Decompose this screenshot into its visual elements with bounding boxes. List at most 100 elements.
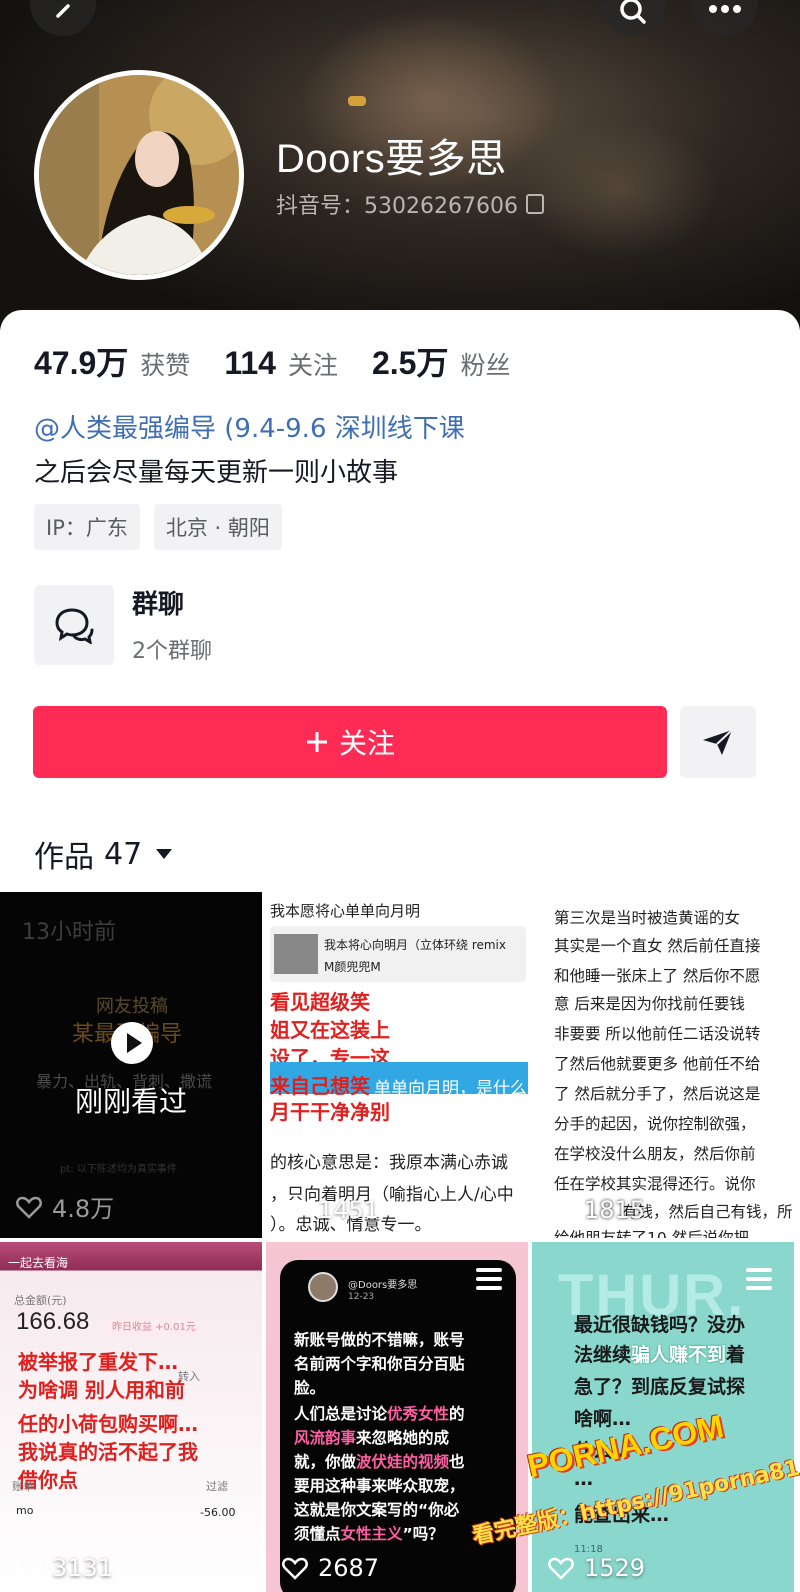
menu-icon [746, 1268, 772, 1295]
video-caption-line: 过滤 [206, 1480, 228, 1493]
video-caption-line: 166.68 [16, 1308, 90, 1335]
video-caption-line: 在学校没什么朋友，然后你前 [554, 1145, 756, 1163]
following-count[interactable]: 114 [224, 345, 276, 382]
share-button[interactable] [680, 706, 756, 778]
follow-button-label: 关注 [338, 727, 395, 760]
profile-name: Doors要多思 [276, 137, 507, 181]
video-caption-line: 账单 [12, 1480, 34, 1493]
video-caption-line: 任在学校其实混得还行。说你 [554, 1175, 756, 1193]
video-caption-line: -56.00 [200, 1506, 236, 1519]
video-caption-line: 急了？到底反复试探 [574, 1376, 746, 1398]
video-caption-line: 就，你做波伏娃的视频也 [294, 1453, 465, 1471]
bio-mention-link[interactable]: @人类最强编导 (9.4-9.6 深圳线下课 [34, 408, 465, 445]
video-caption-line: 有钱，然后自己有钱，所以 [622, 1203, 794, 1221]
mini-avatar [308, 1272, 338, 1302]
video-caption-line: 脸。 [294, 1379, 326, 1397]
heart-icon [282, 1199, 308, 1222]
video-caption-line: 要用这种事来哗众取宠， [294, 1477, 465, 1495]
douyin-id-text: 抖音号：53026267606 [276, 194, 518, 219]
works-count: 47 [104, 836, 143, 872]
video-likes: 1451 [282, 1196, 379, 1224]
video-caption-line: 看见超级笑 [270, 990, 370, 1014]
avatar[interactable] [34, 70, 244, 280]
more-dots-icon [709, 5, 741, 13]
heart-icon [548, 1199, 574, 1222]
video-caption-line: 总金额(元) [14, 1294, 67, 1307]
music-thumbnail [274, 934, 318, 974]
play-icon [111, 1022, 153, 1064]
group-chat-text: 群聊 2个群聊 [132, 584, 212, 665]
video-caption-line: 昨日收益 +0.01元 [106, 1316, 202, 1335]
video-caption-line: 人们总是讨论优秀女性的 [294, 1405, 465, 1423]
ip-location-tag: IP：广东 [34, 504, 140, 550]
copy-icon[interactable] [525, 194, 544, 214]
menu-icon [476, 1268, 502, 1295]
bio-text: 之后会尽量每天更新一则小故事 [34, 458, 399, 488]
caret-down-icon [156, 849, 173, 859]
chat-bubbles-icon [55, 607, 94, 644]
video-caption-line: mo [16, 1504, 34, 1517]
video-caption-line: 了然后他就要更多 他前任不给 [554, 1055, 761, 1073]
video-caption-line: 法继续骗人赚不到着 [574, 1344, 746, 1366]
video-likes: 2687 [282, 1554, 379, 1582]
video-likes: 3131 [16, 1554, 113, 1582]
video-likes-count: 1451 [318, 1196, 380, 1224]
following-label: 关注 [287, 351, 338, 380]
video-caption-line: 月干干净净别 [270, 1100, 390, 1124]
video-caption-line: 我本愿将心单单向月明 [270, 902, 421, 920]
heart-icon [282, 1557, 308, 1580]
video-likes-count: 1529 [584, 1554, 646, 1582]
video-caption-line: 非要要 所以他前任二话没说转 [554, 1025, 761, 1043]
video-caption-line: 名前两个字和你百分百贴 [294, 1355, 465, 1373]
video-tile[interactable]: 我本愿将心单单向月明 我本将心向明月（立体环绕 remix M颜兜兜M 看见超级… [266, 892, 528, 1238]
video-likes-count: 4.8万 [52, 1195, 115, 1223]
likes-count[interactable]: 47.9万 [34, 338, 128, 384]
video-tile[interactable]: 13小时前 网友投稿 某最强编导 暴力、出轨、背刺、撒谎 pt: 以下陈述均为真… [0, 892, 262, 1238]
group-chat-title: 群聊 [132, 590, 185, 620]
video-caption-line: 我说真的活不起了我 [18, 1440, 198, 1464]
heart-icon [548, 1557, 574, 1580]
video-likes-count: 3131 [52, 1554, 114, 1582]
works-tab[interactable]: 作品 47 [34, 832, 173, 876]
music-title: 我本将心向明月（立体环绕 remix [324, 938, 506, 952]
recently-viewed-label: 刚刚看过 [74, 1085, 187, 1118]
video-tile[interactable]: 一起去看海 总金额(元) 166.68 昨日收益 +0.01元 被举报了重发下…… [0, 1242, 262, 1592]
douyin-id[interactable]: 抖音号：53026267606 [276, 188, 544, 220]
more-button[interactable] [692, 0, 758, 36]
follow-button[interactable]: 关注 [33, 706, 667, 778]
video-caption-line: 其实是一个直女 然后前任直接 [554, 937, 761, 955]
group-chat-entry[interactable]: 群聊 2个群聊 [34, 584, 212, 665]
back-button[interactable] [30, 0, 96, 36]
profile-tags: IP：广东 北京 · 朝阳 [34, 504, 282, 550]
video-caption-line: 单单向月明，是什么 [374, 1079, 527, 1099]
video-caption-line: 最近很缺钱吗？没办 [574, 1314, 746, 1336]
video-caption-line: 啥啊… [574, 1408, 632, 1430]
followers-count[interactable]: 2.5万 [372, 338, 449, 384]
video-caption-line: 给他朋友转了10 然后说你把 [554, 1229, 750, 1238]
video-likes: 4.8万 [16, 1189, 114, 1224]
video-caption-line: 12-23 [348, 1292, 375, 1302]
video-time: 13小时前 [22, 920, 116, 945]
video-caption-line: 网友投稿 [96, 996, 168, 1017]
search-button[interactable] [600, 0, 666, 36]
video-caption-line: 任的小荷包购买啊… [18, 1412, 198, 1436]
video-likes-count: 1815 [584, 1196, 646, 1224]
video-caption-line: 新账号做的不错嘛，账号 [294, 1331, 465, 1349]
video-tile[interactable]: THUR. 最近很缺钱吗？没办 法继续骗人赚不到着 急了？到底反复试探 啥啊… … [532, 1242, 794, 1592]
group-chat-count: 2个群聊 [132, 639, 212, 664]
video-caption-line: 被举报了重发下… [18, 1350, 178, 1374]
heart-icon [16, 1196, 42, 1219]
video-tile[interactable]: 第三次是当时被造黄谣的女 其实是一个直女 然后前任直接 和他睡一张床上了 然后你… [532, 892, 794, 1238]
followers-label: 粉丝 [460, 351, 511, 380]
video-caption-line: 须懂点女性主义”吗？ [294, 1525, 444, 1543]
video-caption-line: 第三次是当时被造黄谣的女 [554, 909, 741, 927]
video-caption-line: 姐又在这装上 [270, 1018, 390, 1042]
video-caption-line: 这就是你文案写的“你必 [294, 1501, 460, 1519]
works-label: 作品 [34, 840, 94, 875]
banner-blur [520, 120, 720, 260]
video-likes: 1815 [548, 1196, 645, 1224]
video-caption-line: 的核心意思是：我原本满心赤诚 [270, 1153, 508, 1173]
video-caption-line: 一起去看海 [8, 1256, 69, 1270]
video-caption-line: pt: 以下陈述均为真实事件 [60, 1164, 177, 1175]
city-tag[interactable]: 北京 · 朝阳 [153, 504, 282, 550]
